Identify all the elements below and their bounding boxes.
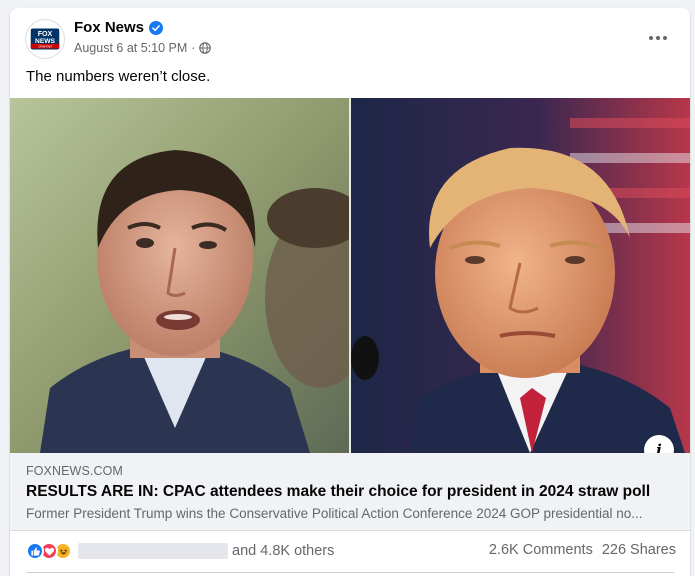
action-divider <box>26 572 674 573</box>
svg-text:NEWS: NEWS <box>35 38 55 45</box>
post-meta: August 6 at 5:10 PM · <box>74 41 212 55</box>
shares-count[interactable]: 226 Shares <box>602 542 676 558</box>
link-domain: FOXNEWS.COM <box>26 464 123 478</box>
post-stats: 2.6K Comments 226 Shares <box>489 542 676 558</box>
post-image[interactable] <box>10 98 690 453</box>
more-options-button[interactable] <box>644 26 672 50</box>
post-caption: The numbers weren’t close. <box>26 68 211 85</box>
like-icon <box>26 542 44 560</box>
link-title[interactable]: RESULTS ARE IN: CPAC attendees make thei… <box>26 483 676 501</box>
post-header: FOX NEWS channel Fox News August 6 at 5:… <box>10 8 690 68</box>
page-avatar[interactable]: FOX NEWS channel <box>25 19 65 59</box>
link-preview[interactable]: FOXNEWS.COM RESULTS ARE IN: CPAC attende… <box>10 453 690 531</box>
link-description: Former President Trump wins the Conserva… <box>26 506 643 521</box>
reactions-summary[interactable]: and 4.8K others <box>26 542 334 560</box>
page-name[interactable]: Fox News <box>74 19 144 36</box>
fox-news-logo: FOX NEWS channel <box>26 20 64 58</box>
post-card: FOX NEWS channel Fox News August 6 at 5:… <box>10 8 690 576</box>
redacted-names <box>78 543 228 559</box>
globe-icon <box>199 42 212 54</box>
meta-separator: · <box>191 41 196 55</box>
svg-text:channel: channel <box>38 45 51 49</box>
verified-badge-icon <box>149 20 164 35</box>
split-portrait-image <box>10 98 690 453</box>
more-dot-icon <box>649 36 653 40</box>
more-dot-icon <box>663 36 667 40</box>
post-timestamp[interactable]: August 6 at 5:10 PM <box>74 41 187 55</box>
page-name-link[interactable]: Fox News <box>74 19 164 36</box>
engagement-bar: and 4.8K others 2.6K Comments 226 Shares <box>10 531 690 567</box>
comments-count[interactable]: 2.6K Comments <box>489 542 593 558</box>
reaction-count[interactable]: and 4.8K others <box>232 543 334 559</box>
more-dot-icon <box>656 36 660 40</box>
